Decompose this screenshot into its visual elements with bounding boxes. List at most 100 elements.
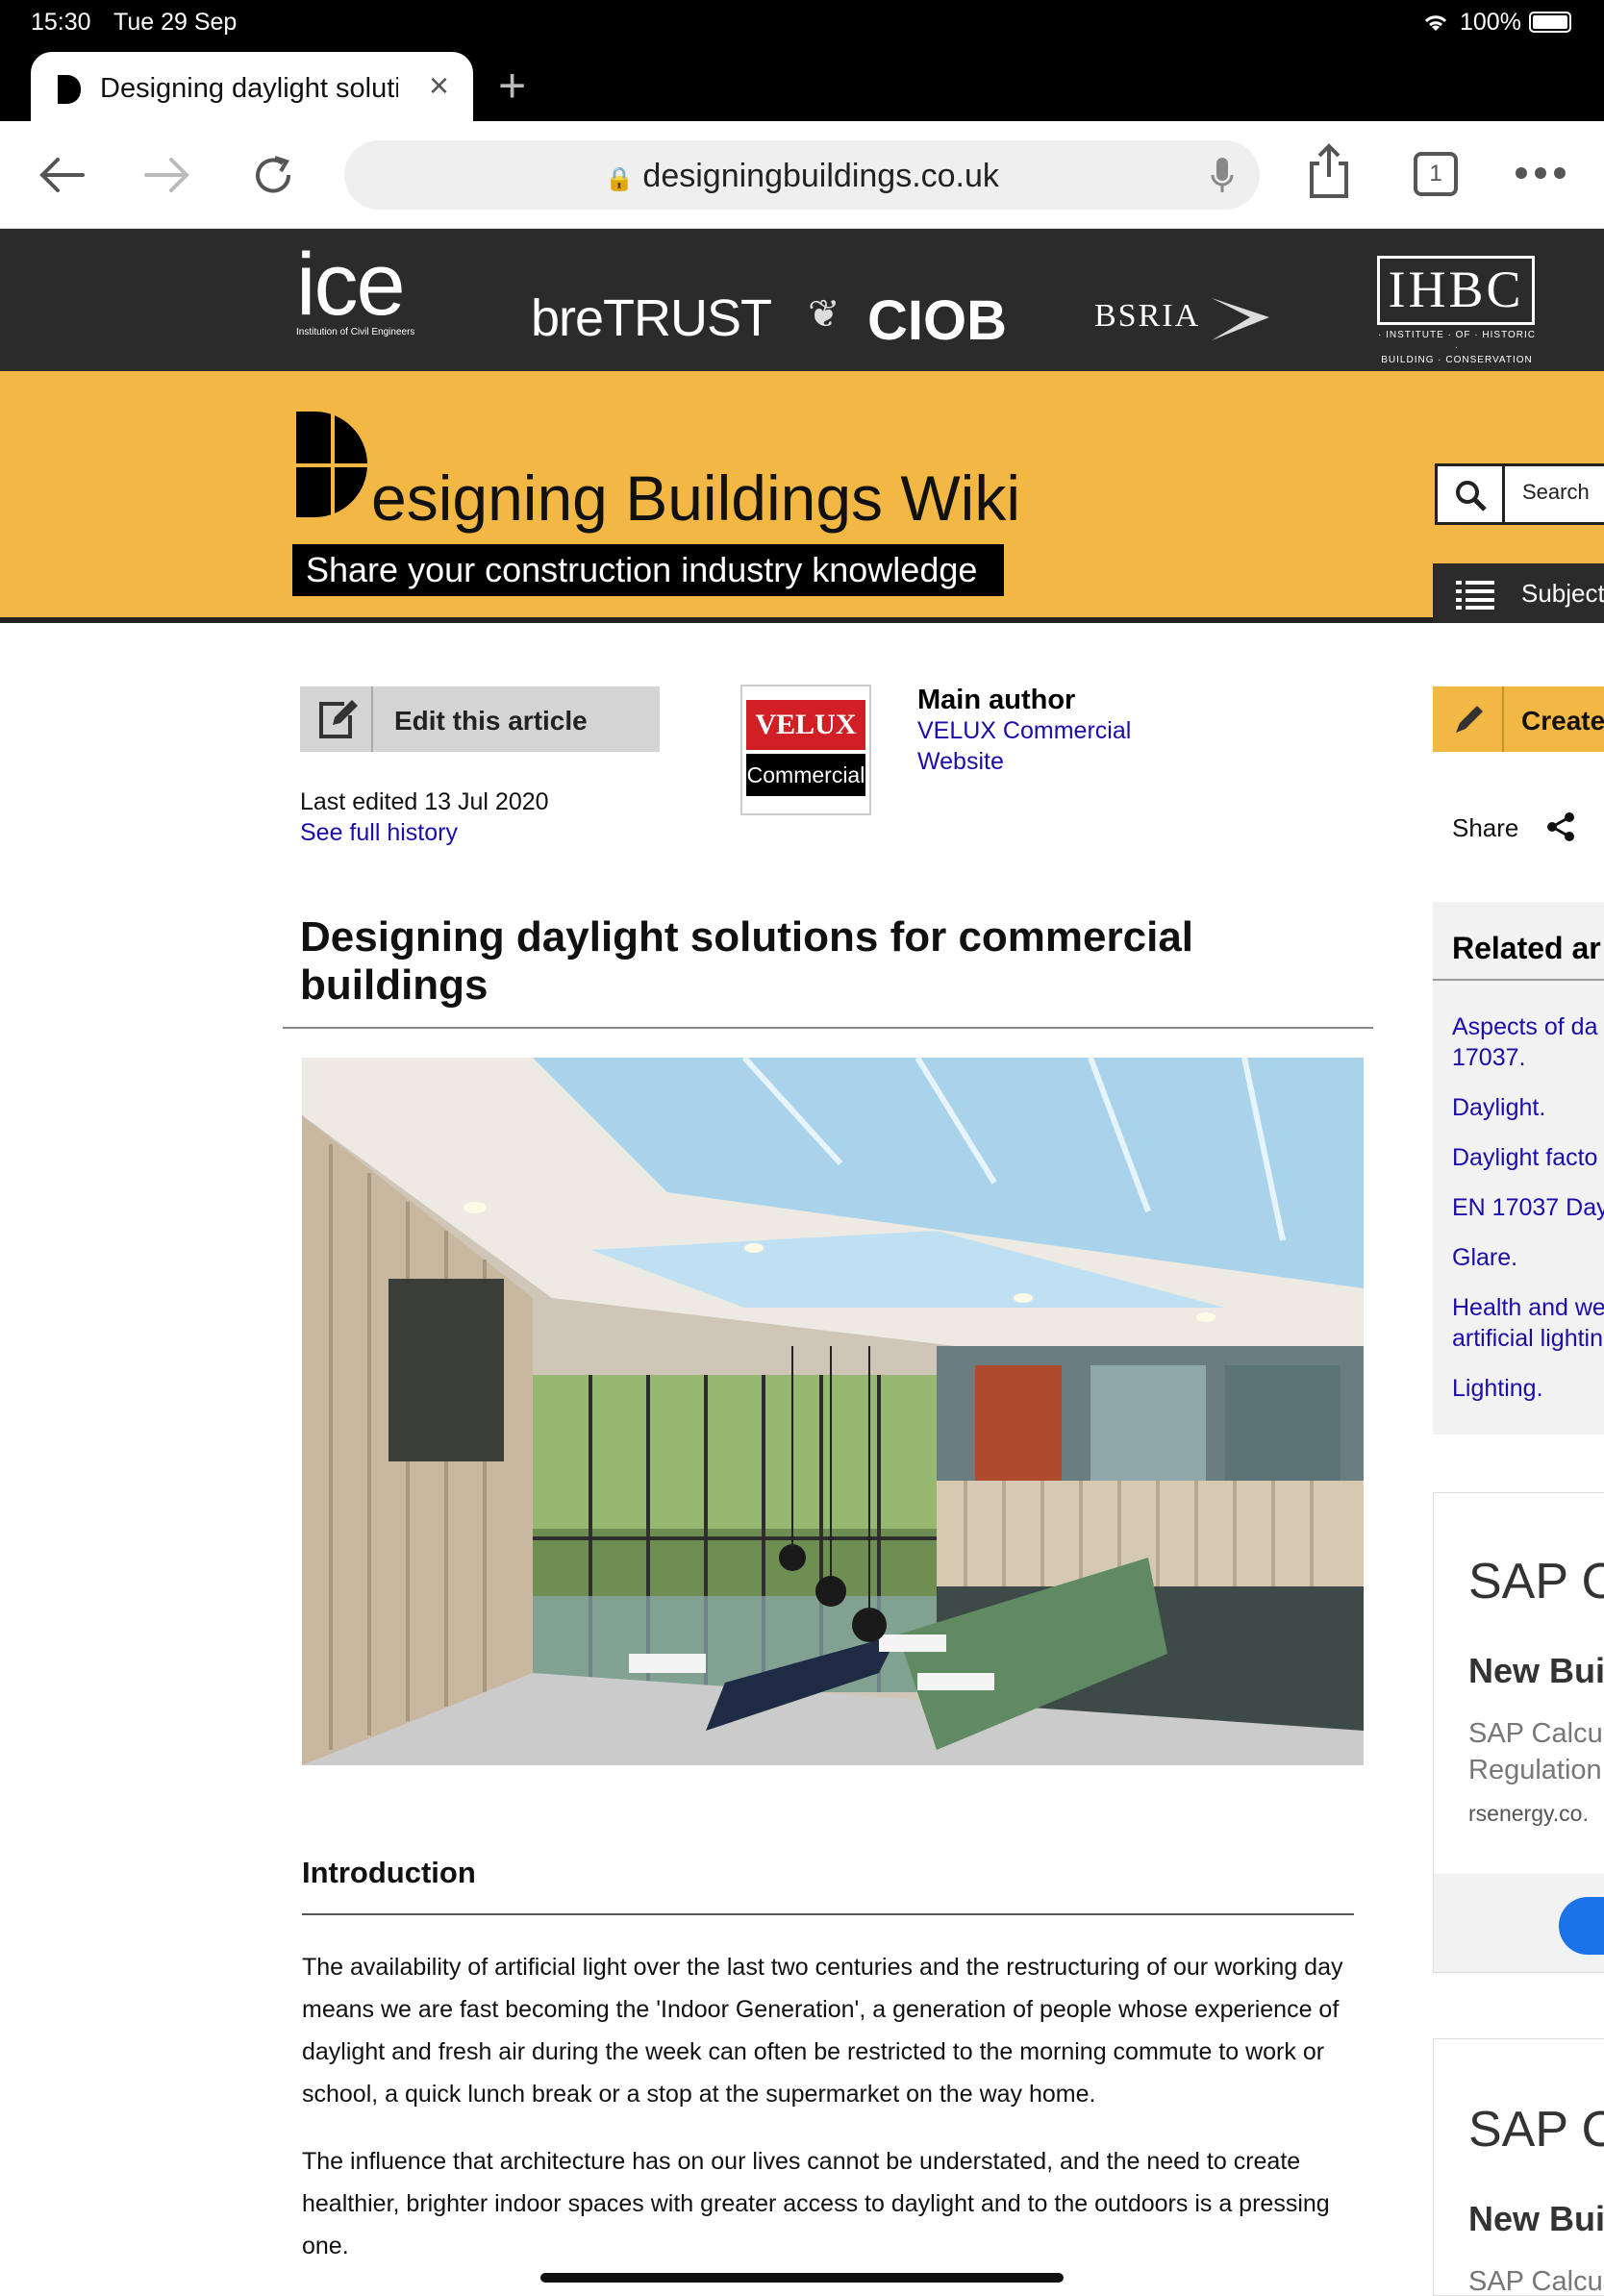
list-menu-icon xyxy=(1456,581,1494,610)
related-link-aspects[interactable]: Aspects of da xyxy=(1452,1013,1597,1041)
see-full-history-link[interactable]: See full history xyxy=(300,819,458,847)
battery-percent: 100% xyxy=(1460,9,1521,36)
site-title[interactable]: esigning Buildings Wiki xyxy=(371,462,1020,535)
reload-icon[interactable] xyxy=(246,148,300,202)
related-link-en17037[interactable]: EN 17037 Day xyxy=(1452,1194,1604,1222)
last-edited: Last edited 13 Jul 2020 xyxy=(300,788,549,815)
ciob-logo[interactable]: CIOB xyxy=(867,288,1007,353)
home-indicator[interactable] xyxy=(540,2273,1064,2283)
address-text: 🔒 designingbuildings.co.uk xyxy=(344,158,1260,195)
pencil-icon-box xyxy=(1433,686,1504,752)
ad-1-title: SAP C xyxy=(1468,1554,1604,1610)
related-link-lighting[interactable]: Lighting. xyxy=(1452,1375,1543,1403)
article-title-line1: Designing daylight solutions for commerc… xyxy=(300,913,1194,961)
ad-1-cta-button[interactable] xyxy=(1559,1897,1604,1955)
search-button[interactable] xyxy=(1438,466,1505,522)
pencil-icon xyxy=(1456,706,1483,733)
related-articles-panel: Related ar Aspects of da 17037. Daylight… xyxy=(1433,902,1604,1435)
intro-paragraph-1: The availability of artificial light ove… xyxy=(302,1954,1343,2108)
author-logo[interactable]: VELUX Commercial xyxy=(740,685,871,815)
article-title: Designing daylight solutions for commerc… xyxy=(300,913,1358,1010)
lock-icon: 🔒 xyxy=(605,166,634,192)
introduction-heading: Introduction xyxy=(302,1856,476,1889)
ihbc-logo-subtitle: · INSTITUTE · OF · HISTORIC · BUILDING ·… xyxy=(1375,329,1539,366)
related-link-health-cont[interactable]: artificial lightin xyxy=(1452,1325,1603,1353)
tab-title: Designing daylight soluti xyxy=(100,73,398,104)
url-bar: 🔒 designingbuildings.co.uk 1 xyxy=(0,121,1604,229)
author-name-link[interactable]: VELUX Commercial xyxy=(917,717,1131,745)
tabs-count-button[interactable]: 1 xyxy=(1414,152,1458,196)
microphone-icon[interactable] xyxy=(1210,156,1235,196)
ad-2-subtitle: New Buil xyxy=(1468,2199,1604,2238)
site-logo-icon[interactable] xyxy=(296,412,367,517)
bre-trust-logo[interactable]: breTRUST xyxy=(531,288,772,348)
wifi-icon xyxy=(1424,15,1447,31)
main-author-label: Main author xyxy=(917,685,1076,715)
velux-logo-subtitle: Commercial xyxy=(746,754,865,796)
site-favicon-icon xyxy=(58,75,81,104)
edit-icon xyxy=(319,700,358,738)
search-icon xyxy=(1456,481,1487,512)
ad-1-text-1: SAP Calcu xyxy=(1468,1718,1603,1749)
article-title-line2: buildings xyxy=(300,961,489,1009)
search-box[interactable]: Search xyxy=(1435,463,1604,525)
ihbc-subtitle-line1: · INSTITUTE · OF · HISTORIC · xyxy=(1377,330,1537,353)
back-arrow-icon[interactable] xyxy=(35,152,88,198)
site-tagline: Share your construction industry knowled… xyxy=(292,544,1004,596)
bsria-logo[interactable]: BSRIA xyxy=(1094,298,1200,335)
ad-panel-2[interactable]: SAP C New Buil SAP Calcu xyxy=(1433,2038,1604,2296)
forward-arrow-icon[interactable] xyxy=(140,152,194,198)
create-article-button[interactable]: Create xyxy=(1433,686,1604,752)
share-sheet-icon[interactable] xyxy=(1304,142,1354,200)
ihbc-logo[interactable]: IHBC xyxy=(1377,256,1535,325)
tab-bar: Designing daylight soluti × + xyxy=(0,42,1604,121)
ice-logo-text: ice xyxy=(296,236,406,334)
ciob-crest-icon: ❦ xyxy=(808,293,840,336)
velux-logo-text: VELUX xyxy=(746,700,865,750)
title-divider xyxy=(283,1027,1373,1029)
edit-icon-box xyxy=(300,686,373,752)
address-url: designingbuildings.co.uk xyxy=(642,158,999,194)
partner-logos-bar: ice Institution of Civil Engineers breTR… xyxy=(0,229,1604,371)
subjects-menu-button[interactable]: Subject xyxy=(1433,563,1604,623)
search-input[interactable]: Search xyxy=(1522,480,1590,505)
related-divider xyxy=(1433,979,1604,981)
ad-1-domain: rsenergy.co. xyxy=(1468,1801,1589,1826)
related-heading: Related ar xyxy=(1452,931,1601,965)
related-link-daylight[interactable]: Daylight. xyxy=(1452,1094,1545,1122)
ice-logo[interactable]: ice Institution of Civil Engineers xyxy=(296,236,415,337)
ad-panel-1[interactable]: SAP C New Buil SAP Calcu Regulation rsen… xyxy=(1433,1492,1604,1973)
ihbc-logo-text: IHBC xyxy=(1388,261,1524,318)
edit-article-label: Edit this article xyxy=(394,706,588,736)
intro-paragraph-2: The influence that architecture has on o… xyxy=(302,2148,1330,2259)
subjects-label: Subject xyxy=(1521,579,1604,608)
related-link-daylight-factor[interactable]: Daylight facto xyxy=(1452,1144,1597,1172)
edit-article-button[interactable]: Edit this article xyxy=(300,686,660,752)
share-label[interactable]: Share xyxy=(1452,813,1518,843)
ad-2-title: SAP C xyxy=(1468,2102,1604,2158)
related-link-health[interactable]: Health and we xyxy=(1452,1294,1604,1322)
close-tab-icon[interactable]: × xyxy=(429,65,449,106)
ad-1-subtitle: New Buil xyxy=(1468,1651,1604,1690)
share-icon[interactable] xyxy=(1546,811,1575,842)
ice-logo-subtitle: Institution of Civil Engineers xyxy=(296,327,415,337)
status-time: 15:30 xyxy=(31,9,91,36)
new-tab-button[interactable]: + xyxy=(498,58,526,113)
status-date: Tue 29 Sep xyxy=(113,9,238,36)
ihbc-subtitle-line2: BUILDING · CONSERVATION xyxy=(1381,355,1533,365)
ad-2-text-1: SAP Calcu xyxy=(1468,2266,1603,2296)
ad-1-text-2: Regulation xyxy=(1468,1755,1602,1785)
author-website-link[interactable]: Website xyxy=(917,748,1004,776)
related-link-aspects-cont[interactable]: 17037. xyxy=(1452,1044,1525,1072)
battery-icon xyxy=(1529,12,1571,33)
bsria-swoosh-icon xyxy=(1212,298,1269,340)
intro-divider xyxy=(302,1913,1354,1915)
create-label: Create xyxy=(1521,706,1604,736)
related-link-glare[interactable]: Glare. xyxy=(1452,1244,1517,1272)
address-field[interactable]: 🔒 designingbuildings.co.uk xyxy=(344,140,1260,210)
more-options-icon[interactable] xyxy=(1514,165,1567,181)
browser-tab[interactable]: Designing daylight soluti × xyxy=(31,52,473,121)
status-bar: 15:30 Tue 29 Sep 100% xyxy=(0,0,1604,42)
article-hero-image xyxy=(302,1058,1364,1765)
site-header: esigning Buildings Wiki Share your const… xyxy=(0,371,1604,623)
